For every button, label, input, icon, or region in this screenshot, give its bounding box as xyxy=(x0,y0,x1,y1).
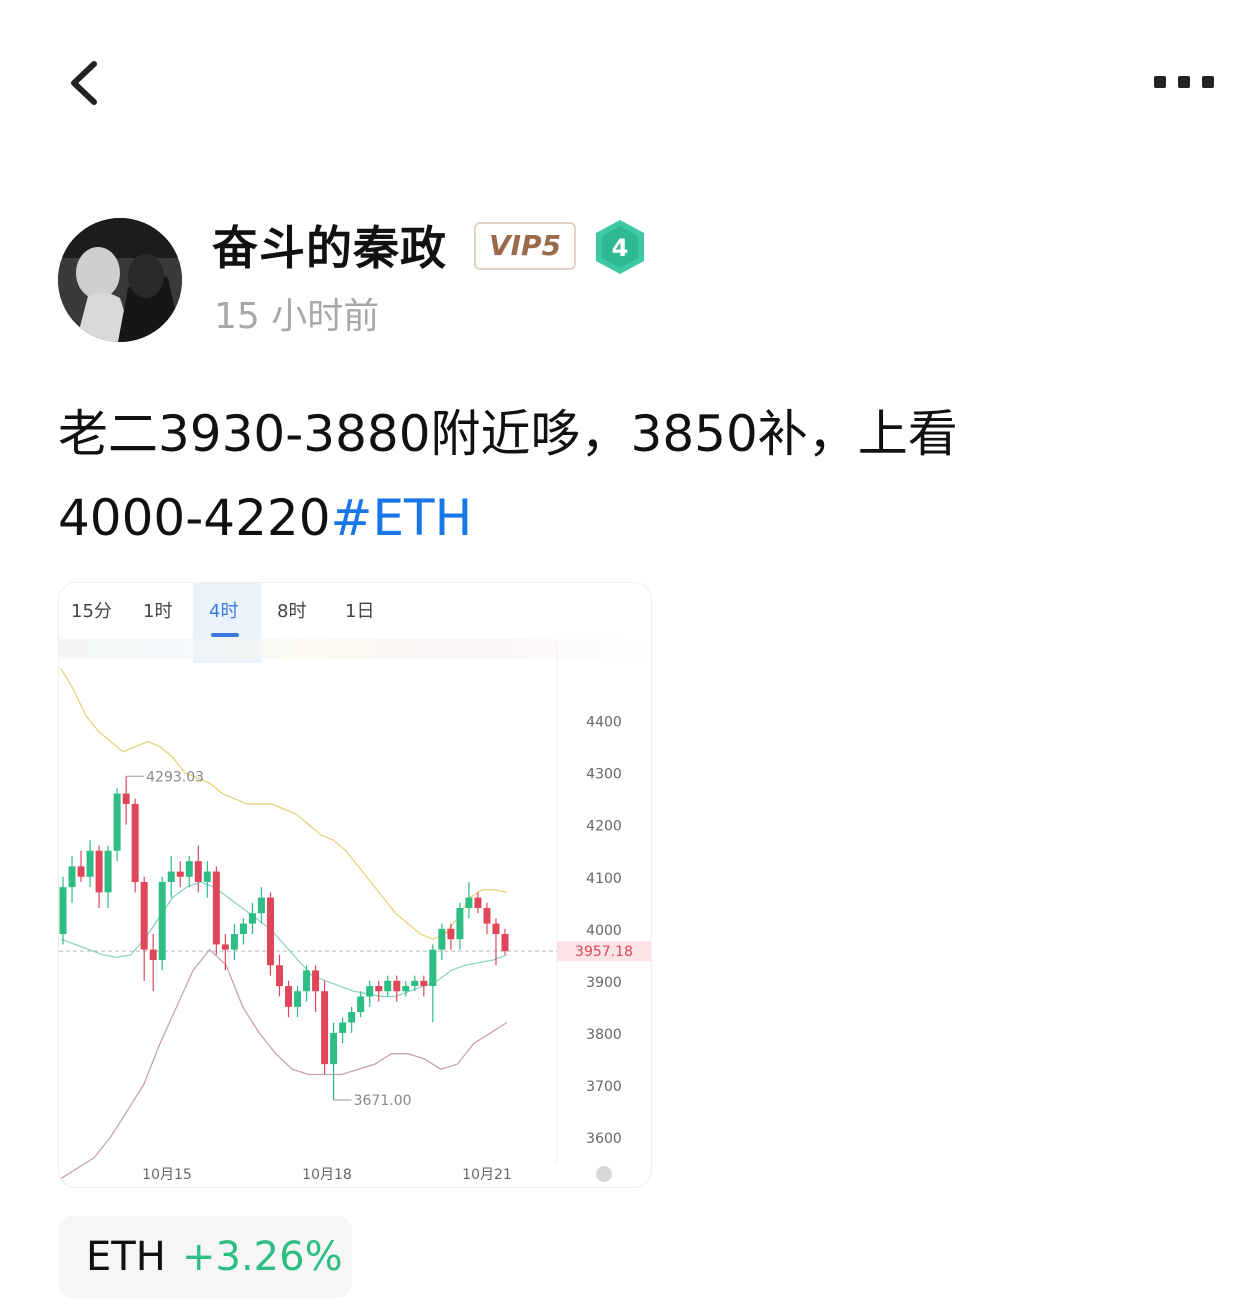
coin-chip[interactable]: ETH +3.26% xyxy=(58,1216,352,1298)
y-tick-label: 3900 xyxy=(586,975,622,991)
candle-body xyxy=(348,1012,356,1023)
candlestick-chart: 4400 4300 4200 4100 4000 3900 3800 3700 3600 3957… xyxy=(59,643,651,1183)
candle-body xyxy=(438,928,446,950)
lower-band-line xyxy=(60,948,508,1180)
candle-body xyxy=(429,949,437,987)
low-price-label: 3671.00 xyxy=(354,1093,412,1109)
y-tick-label: 4100 xyxy=(586,871,622,887)
candle-body xyxy=(221,944,229,950)
candle-body xyxy=(77,866,85,877)
more-dots-icon[interactable] xyxy=(1150,70,1220,94)
level-number: 4 xyxy=(612,234,629,262)
timeframe-tabs: 15分 1时 4时 8时 1日 xyxy=(59,583,651,643)
candle-body xyxy=(140,881,148,950)
candle-body xyxy=(357,996,365,1013)
coin-name: ETH xyxy=(86,1234,166,1280)
candle-body xyxy=(501,934,509,952)
candle-body xyxy=(375,986,383,992)
candle-body xyxy=(230,934,238,950)
candle-body xyxy=(176,871,184,877)
candle-body xyxy=(239,923,247,935)
candle-body xyxy=(465,897,473,908)
candle-body xyxy=(185,861,193,877)
price-tag-bg xyxy=(557,941,651,962)
candle-body xyxy=(393,980,401,992)
candle-body xyxy=(275,965,283,987)
x-tick-label: 10月15 xyxy=(142,1167,192,1183)
vip-badge: VIP5 xyxy=(474,222,576,270)
candle-body xyxy=(321,991,329,1065)
current-price-label: 3957.18 xyxy=(575,944,633,960)
candle-body xyxy=(312,970,320,992)
candle-body xyxy=(86,850,94,877)
candle-body xyxy=(285,986,293,1007)
candle-body xyxy=(492,923,500,935)
candle-body xyxy=(158,881,166,961)
tab-15m[interactable]: 15分 xyxy=(71,597,112,623)
candle-body xyxy=(104,850,112,893)
candle-body xyxy=(402,986,410,992)
candle-body xyxy=(303,970,311,992)
candle-body xyxy=(483,907,491,924)
candle-body xyxy=(59,887,67,935)
candle-body xyxy=(366,986,374,997)
post-text: 老二3930-3880附近哆，3850补，上看4000-4220 xyxy=(58,405,958,547)
upper-band-line xyxy=(60,668,508,940)
candle-body xyxy=(248,913,256,924)
candle-body xyxy=(411,980,419,987)
candle-body xyxy=(203,871,211,882)
candle-body xyxy=(474,897,482,908)
coin-change: +3.26% xyxy=(182,1234,343,1280)
candle-body xyxy=(95,850,103,893)
x-tick-label: 10月21 xyxy=(462,1167,512,1183)
candle-body xyxy=(113,793,121,851)
tab-4h[interactable]: 4时 xyxy=(209,597,238,623)
candle-body xyxy=(167,871,175,882)
candle-body xyxy=(384,980,392,992)
tab-1d[interactable]: 1日 xyxy=(345,597,374,623)
candle-body xyxy=(131,803,139,882)
hashtag-link[interactable]: #ETH xyxy=(331,489,473,547)
candle-body xyxy=(420,980,428,987)
x-tick-label: 10月18 xyxy=(302,1167,352,1183)
author-avatar[interactable] xyxy=(58,218,182,342)
y-tick-label: 4400 xyxy=(586,715,622,731)
candle-body xyxy=(456,907,464,940)
candle-body xyxy=(194,861,202,882)
author-name[interactable]: 奋斗的秦政 xyxy=(212,218,447,278)
y-tick-label: 3700 xyxy=(586,1079,622,1095)
y-tick-label: 4300 xyxy=(586,767,622,783)
candle-body xyxy=(294,991,302,1007)
candle-body xyxy=(330,1032,338,1065)
chart-image[interactable]: 15分 1时 4时 8时 1日 4400 4300 4200 4100 4000 3900… xyxy=(58,582,652,1188)
tab-1h[interactable]: 1时 xyxy=(143,597,172,623)
y-tick-label: 3600 xyxy=(586,1131,622,1147)
candle-body xyxy=(122,793,130,804)
high-price-label: 4293.03 xyxy=(146,769,204,785)
candle-body xyxy=(447,928,455,940)
post-body: 老二3930-3880附近哆，3850补，上看4000-4220#ETH xyxy=(58,392,1058,560)
back-chevron-icon[interactable] xyxy=(60,58,110,108)
candle-body xyxy=(212,871,220,945)
post-time: 15 小时前 xyxy=(214,296,380,337)
y-tick-label: 3800 xyxy=(586,1027,622,1043)
candle-body xyxy=(339,1022,347,1033)
level-hexagon-icon: 4 xyxy=(594,218,646,276)
candle-body xyxy=(149,949,157,961)
y-tick-label: 4200 xyxy=(586,819,622,835)
candle-body xyxy=(266,897,274,966)
candle-body xyxy=(257,897,265,914)
active-tab-underline xyxy=(211,633,239,637)
tab-8h[interactable]: 8时 xyxy=(277,597,306,623)
candle-body xyxy=(68,866,76,888)
middle-band-line xyxy=(60,881,508,998)
indicator-strip xyxy=(59,639,651,659)
y-tick-label: 4000 xyxy=(586,923,622,939)
chart-settings-icon xyxy=(596,1166,612,1182)
